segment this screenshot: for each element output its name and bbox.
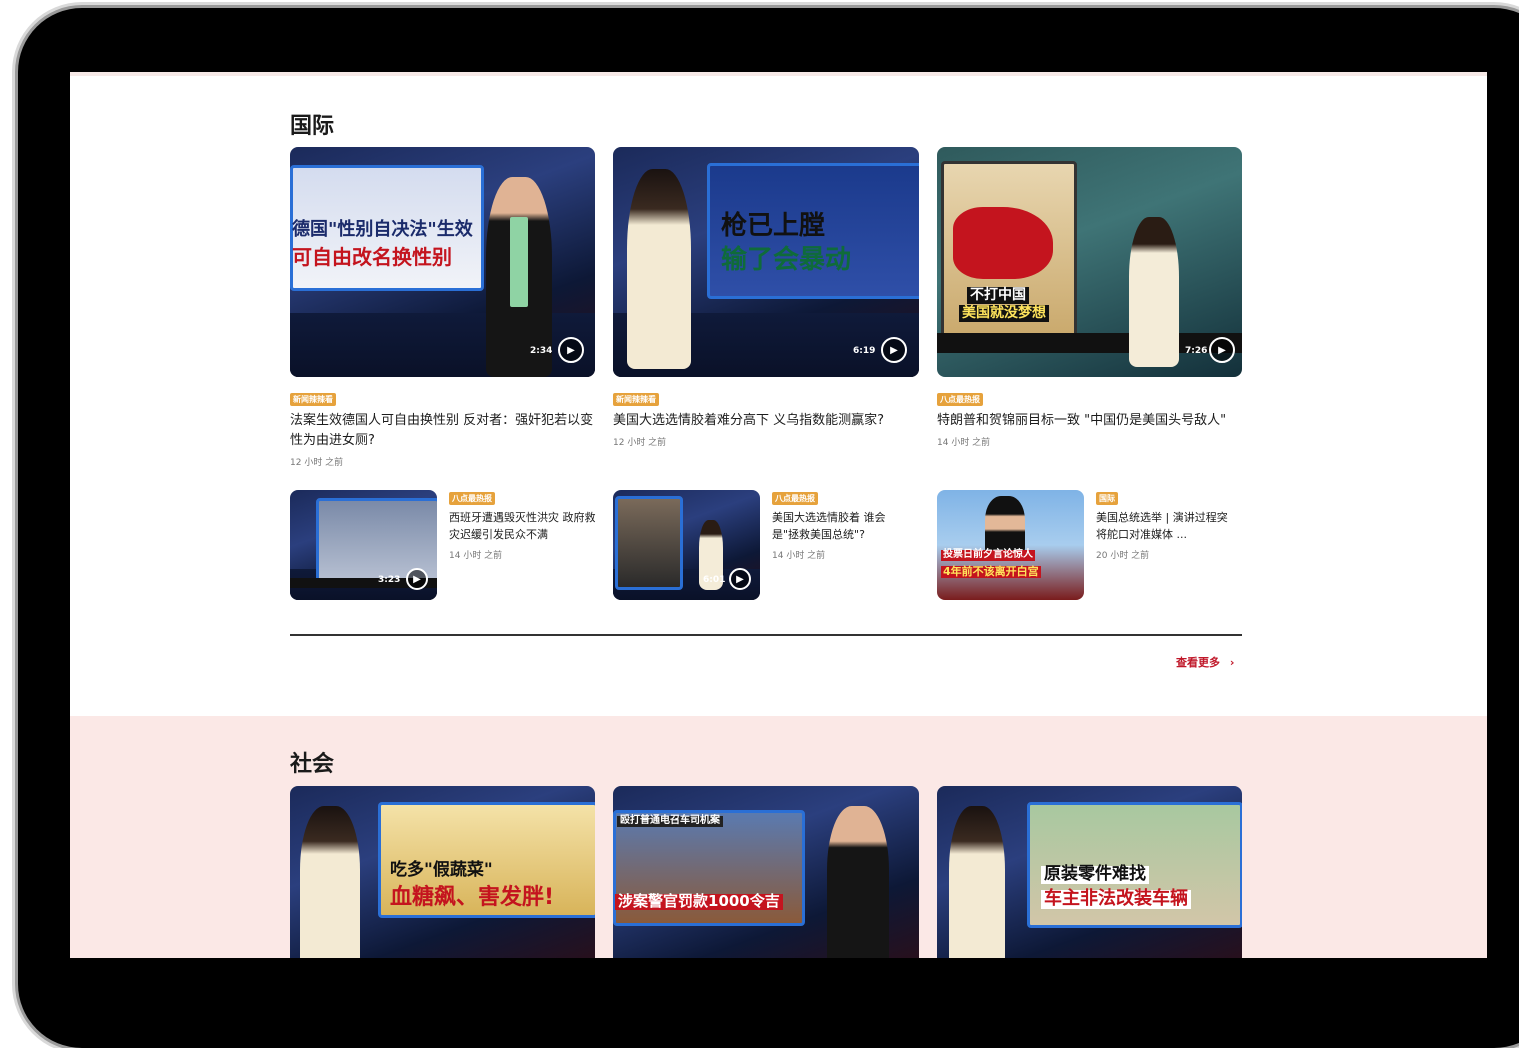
video-duration: 2:34 [530,346,553,356]
thumbnail-headline-1: 投票日前夕言论惊人 [941,549,1035,561]
article-title[interactable]: 美国总统选举 | 演讲过程突将舵口对准媒体 ... [1096,510,1238,543]
play-icon[interactable]: ▶ [558,337,584,363]
video-thumbnail[interactable]: 吃多"假蔬菜" 血糖飙、害发胖! [290,786,595,958]
video-thumbnail[interactable]: 殴打普通电召车司机案 涉案警官罚款1000令吉 [613,786,919,958]
play-icon[interactable]: ▶ [729,568,751,590]
thumbnail-headline-1: 德国"性别自决法"生效 [292,219,473,240]
article-title[interactable]: 特朗普和贺锦丽目标一致 "中国仍是美国头号敌人" [937,411,1242,431]
category-tag[interactable]: 国际 [1096,492,1118,505]
thumbnail-headline-2: 涉案警官罚款1000令吉 [615,893,783,910]
view-more-link[interactable]: 查看更多 › [1176,654,1234,670]
thumbnail-headline-2: 血糖飙、害发胖! [390,885,555,910]
category-tag[interactable]: 八点最热报 [937,393,983,406]
image-thumbnail[interactable]: 投票日前夕言论惊人 4年前不该离开白宫 [937,490,1084,600]
thumbnail-headline-1: 吃多"假蔬菜" [390,860,493,880]
video-duration: 3:23 [378,575,401,585]
thumbnail-headline-1: 枪已上膛 [721,211,826,241]
category-tag[interactable]: 八点最热报 [772,492,818,505]
thumbnail-headline-2: 可自由改名换性别 [292,245,452,269]
video-thumbnail[interactable]: 原装零件难找 车主非法改装车辆 [937,786,1242,958]
article-title[interactable]: 法案生效德国人可自由换性别 反对者：强奸犯若以变性为由进女厕? [290,411,595,451]
play-icon[interactable]: ▶ [406,568,428,590]
society-section: 社会 吃多"假蔬菜" 血糖飙、害发胖! 殴打普通电召车司机案 涉案警官罚款100… [70,716,1487,958]
article-time: 14 小时 之前 [772,551,826,561]
article-title[interactable]: 美国大选选情胶着 谁会是"拯救美国总统"? [772,510,912,543]
video-thumbnail[interactable]: 3:23 ▶ [290,490,437,600]
section-title-international: 国际 [290,114,335,139]
article-title[interactable]: 西班牙遭遇毁灭性洪灾 政府救灾迟缓引发民众不满 [449,510,599,543]
article-time: 14 小时 之前 [449,551,503,561]
video-thumbnail[interactable]: 6:01 ▶ [613,490,760,600]
category-tag[interactable]: 新闻辣辣看 [290,393,336,406]
video-duration: 6:01 [703,575,726,585]
thumbnail-headline-1: 原装零件难找 [1041,865,1149,884]
thumbnail-headline-2: 4年前不该离开白宫 [941,565,1041,578]
article-time: 20 小时 之前 [1096,551,1150,561]
play-icon[interactable]: ▶ [881,337,907,363]
chevron-right-icon: › [1229,656,1235,669]
article-title[interactable]: 美国大选选情胶着难分高下 义乌指数能测赢家? [613,411,919,431]
thumbnail-headline-2: 输了会暴动 [721,245,852,275]
video-thumbnail[interactable]: 枪已上膛 输了会暴动 6:19 ▶ [613,147,919,377]
video-thumbnail[interactable]: 德国"性别自决法"生效 可自由改名换性别 2:34 ▶ [290,147,595,377]
browser-viewport: 国际 德国"性别自决法"生效 可自由改名换性别 2:34 ▶ 新闻辣辣看 法案生… [70,72,1487,958]
video-thumbnail[interactable]: 不打中国 美国就没梦想 7:26 ▶ [937,147,1242,377]
top-strip [70,72,1487,76]
thumbnail-headline-2: 美国就没梦想 [959,305,1049,322]
thumbnail-headline-1: 殴打普通电召车司机案 [617,815,723,827]
view-more-label: 查看更多 [1176,656,1220,669]
section-divider [290,634,1242,636]
category-tag[interactable]: 八点最热报 [449,492,495,505]
thumbnail-headline-2: 车主非法改装车辆 [1041,889,1191,909]
video-duration: 7:26 [1185,346,1208,356]
article-time: 12 小时 之前 [613,438,667,448]
section-title-society: 社会 [290,752,335,777]
video-duration: 6:19 [853,346,876,356]
article-time: 12 小时 之前 [290,458,344,468]
play-icon[interactable]: ▶ [1209,337,1235,363]
article-time: 14 小时 之前 [937,438,991,448]
category-tag[interactable]: 新闻辣辣看 [613,393,659,406]
thumbnail-headline-1: 不打中国 [967,287,1029,304]
